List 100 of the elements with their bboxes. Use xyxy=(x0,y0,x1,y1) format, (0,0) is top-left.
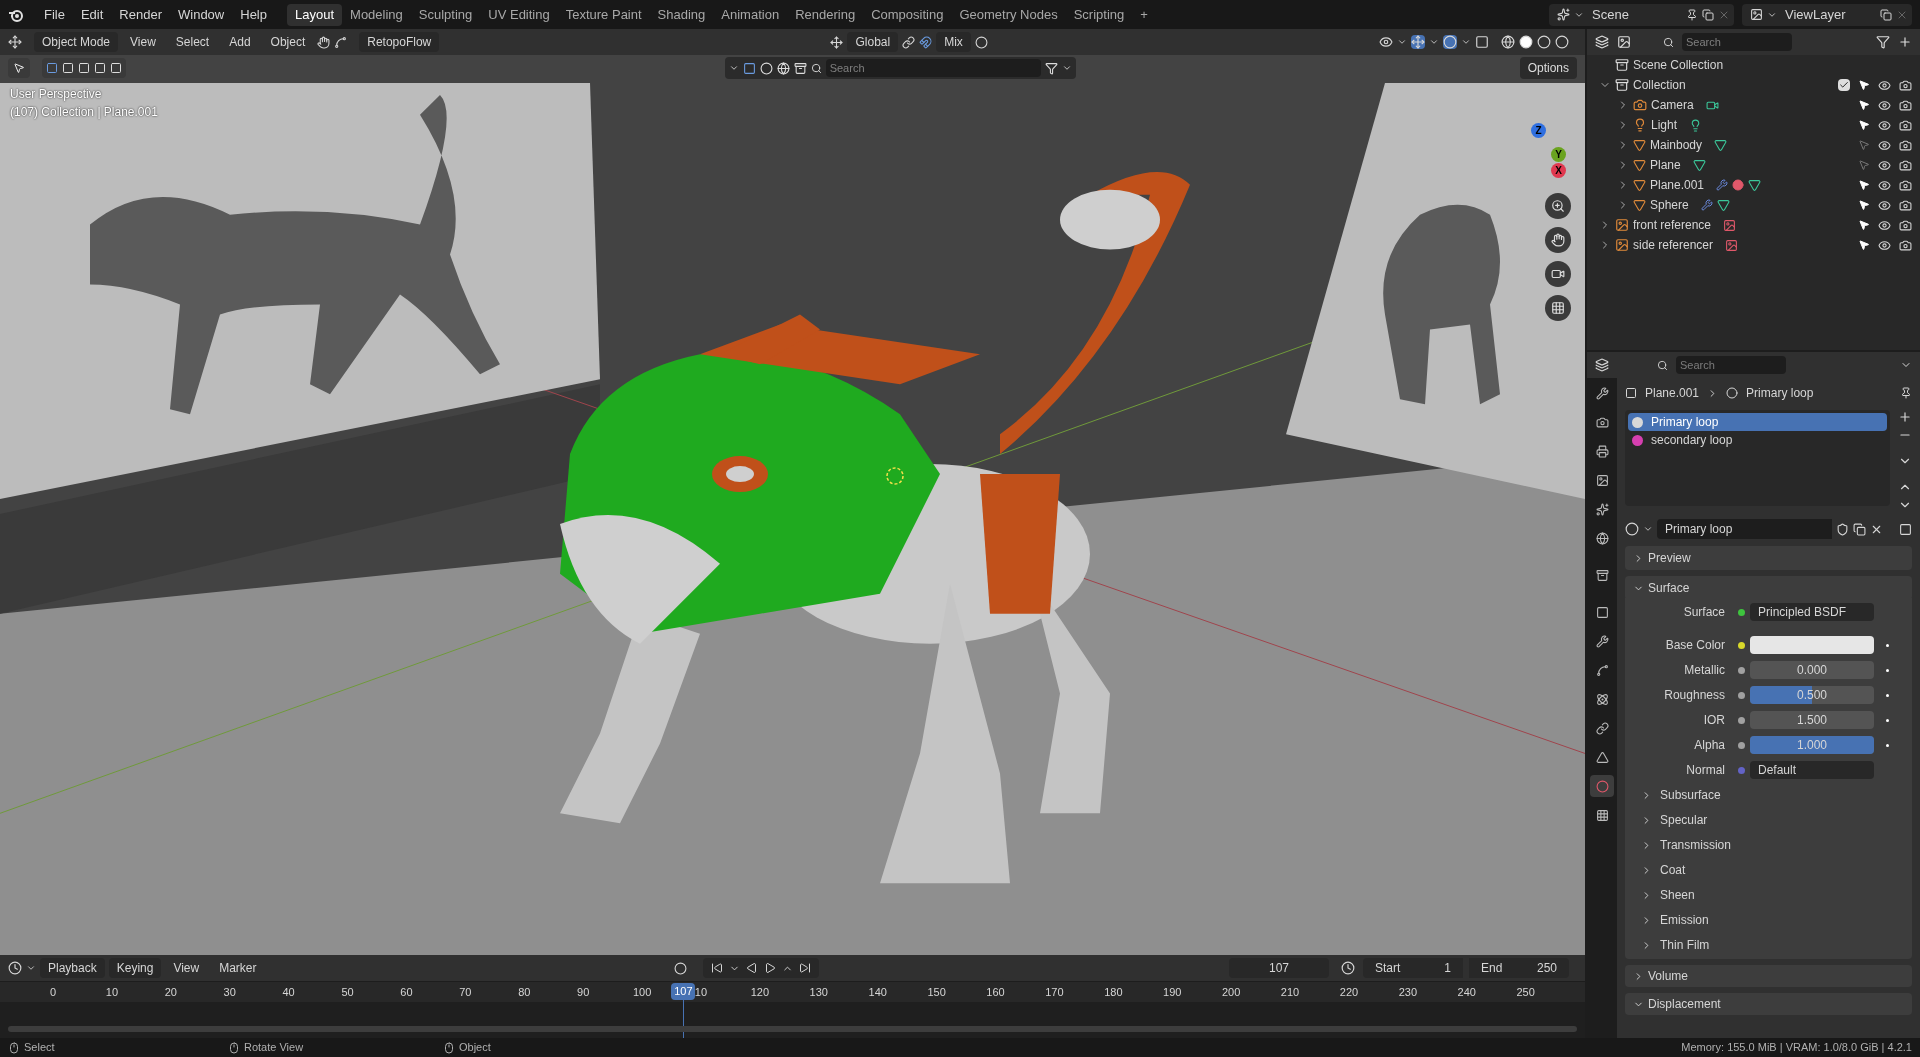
subpanel-header[interactable]: Thin Film xyxy=(1660,936,1710,954)
render-icon[interactable] xyxy=(1899,138,1912,152)
visibility-icon[interactable] xyxy=(1878,98,1891,112)
link-icon[interactable] xyxy=(1899,522,1912,536)
viewport-menu[interactable]: Add xyxy=(221,33,259,51)
visibility-icon[interactable] xyxy=(1878,238,1891,252)
workspace-tab[interactable]: Modeling xyxy=(342,3,411,26)
search-icon[interactable] xyxy=(1657,359,1668,371)
visibility-icon[interactable] xyxy=(1878,218,1891,232)
pivot-icon[interactable] xyxy=(902,35,916,49)
subpanel-header[interactable]: Subsurface xyxy=(1660,786,1721,804)
outliner-item[interactable]: Camera xyxy=(1651,96,1694,114)
node-link-field[interactable]: Default xyxy=(1750,761,1874,779)
jump-start-icon[interactable] xyxy=(711,962,724,974)
workspace-tab[interactable]: Animation xyxy=(713,3,788,26)
play-reverse-icon[interactable] xyxy=(746,962,759,974)
filter-icon[interactable] xyxy=(1044,61,1058,75)
material-browse-icon[interactable] xyxy=(1625,522,1639,536)
workspace-tab[interactable]: Compositing xyxy=(863,3,952,26)
outliner-item[interactable]: Scene Collection xyxy=(1633,56,1724,74)
number-slider[interactable]: 1.500 xyxy=(1750,711,1874,729)
render-icon[interactable] xyxy=(1899,218,1912,232)
subpanel-header[interactable]: Specular xyxy=(1660,811,1708,829)
workspace-tab[interactable]: Sculpting xyxy=(410,3,481,26)
menu-item[interactable]: File xyxy=(36,3,73,26)
render-icon[interactable] xyxy=(1899,98,1912,112)
fake-user-icon[interactable] xyxy=(1836,522,1849,536)
sphere-icon[interactable] xyxy=(759,61,773,75)
editor-type-icon[interactable] xyxy=(1595,35,1609,49)
outliner-item[interactable]: Collection xyxy=(1633,76,1686,94)
outliner-item[interactable]: Light xyxy=(1651,116,1678,134)
duplicate-icon[interactable] xyxy=(1853,522,1866,536)
outliner-item[interactable]: Mainbody xyxy=(1650,136,1703,154)
search-icon[interactable] xyxy=(810,62,822,74)
wireframe-shading-icon[interactable] xyxy=(1501,35,1515,49)
addon-dropdown[interactable]: RetopoFlow xyxy=(359,32,440,52)
render-icon[interactable] xyxy=(1899,158,1912,172)
play-icon[interactable] xyxy=(764,962,777,974)
start-frame-field[interactable]: Start 1 xyxy=(1363,958,1463,978)
modifiers-icon[interactable] xyxy=(1595,634,1609,648)
proportional-edit-icon[interactable] xyxy=(974,35,988,49)
record-icon[interactable] xyxy=(674,961,688,975)
panel-header[interactable]: Preview xyxy=(1648,549,1691,567)
output-icon[interactable] xyxy=(1595,444,1609,458)
timeline-menu[interactable]: Marker xyxy=(211,959,265,977)
physics-icon[interactable] xyxy=(1595,692,1609,706)
search-icon[interactable] xyxy=(1663,36,1674,48)
globe-icon[interactable] xyxy=(776,61,790,75)
world-icon[interactable] xyxy=(1595,531,1609,545)
subpanel-header[interactable]: Transmission xyxy=(1660,836,1731,854)
timeline-menu[interactable]: View xyxy=(165,959,208,977)
outliner-item[interactable]: Plane.001 xyxy=(1650,176,1705,194)
material-slot[interactable]: secondary loop xyxy=(1651,431,1733,449)
hand-icon[interactable] xyxy=(317,35,331,49)
copy-icon[interactable] xyxy=(1880,8,1892,21)
menu-item[interactable]: Help xyxy=(232,3,275,26)
pin-icon[interactable] xyxy=(1900,387,1912,399)
outliner-item[interactable]: Plane xyxy=(1650,156,1681,174)
scene-icon[interactable] xyxy=(1595,502,1609,516)
workspace-tab[interactable]: Texture Paint xyxy=(557,3,650,26)
orientation-dropdown[interactable]: Global xyxy=(847,32,899,52)
outliner-item[interactable]: side referencer xyxy=(1633,236,1714,254)
collection-icon[interactable] xyxy=(1595,568,1609,582)
workspace-tab[interactable]: Layout xyxy=(287,3,343,26)
display-mode-icon[interactable] xyxy=(1617,35,1631,49)
editor-type-icon[interactable] xyxy=(1595,358,1609,372)
gizmo-icon[interactable] xyxy=(1411,35,1425,49)
constraints-icon[interactable] xyxy=(1595,721,1609,735)
subpanel-header[interactable]: Emission xyxy=(1660,911,1709,929)
playhead-label[interactable]: 107 xyxy=(671,983,696,1000)
node-link-field[interactable]: Principled BSDF xyxy=(1750,603,1874,621)
checkbox[interactable] xyxy=(1838,79,1850,91)
editor-type-icon[interactable] xyxy=(8,35,22,49)
number-slider[interactable]: 0.000 xyxy=(1750,661,1874,679)
visibility-icon[interactable] xyxy=(1878,178,1891,192)
material-tab[interactable] xyxy=(1590,775,1614,797)
visibility-icon[interactable] xyxy=(1878,138,1891,152)
mode-dropdown[interactable]: Object Mode xyxy=(34,32,119,52)
tool-icon[interactable] xyxy=(8,58,30,78)
search-field[interactable]: Search xyxy=(1676,356,1786,374)
panel-header[interactable]: Volume xyxy=(1648,967,1689,985)
outliner-item[interactable]: front reference xyxy=(1633,216,1712,234)
collection-icon[interactable] xyxy=(793,61,807,75)
workspace-tab[interactable]: UV Editing xyxy=(480,3,558,26)
tool-icon[interactable] xyxy=(1595,386,1609,400)
render-icon[interactable] xyxy=(1899,198,1912,212)
object-icon[interactable] xyxy=(1595,605,1609,619)
render-icon[interactable] xyxy=(1899,78,1912,92)
visibility-icon[interactable] xyxy=(1878,198,1891,212)
viewport-menu[interactable]: Object xyxy=(262,33,314,51)
workspace-tab[interactable]: Scripting xyxy=(1065,3,1133,26)
orientation-icon[interactable] xyxy=(830,35,844,49)
end-frame-field[interactable]: End 250 xyxy=(1469,958,1569,978)
search-field[interactable]: Search xyxy=(1682,33,1792,51)
render-icon[interactable] xyxy=(1899,238,1912,252)
visibility-icon[interactable] xyxy=(1878,118,1891,132)
material-name-field[interactable]: Primary loop xyxy=(1657,519,1832,539)
render-icon[interactable] xyxy=(1595,415,1609,429)
filter-icon[interactable] xyxy=(1876,35,1890,49)
stopwatch-icon[interactable] xyxy=(1341,961,1355,975)
